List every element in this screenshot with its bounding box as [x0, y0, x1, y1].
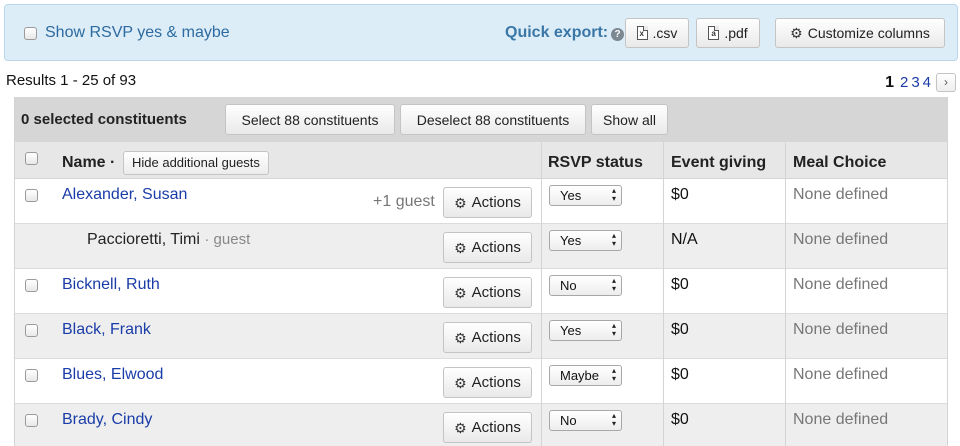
actions-label: Actions [471, 419, 521, 436]
constituent-name-link[interactable]: Brady, Cindy [62, 411, 152, 429]
quick-export-label: Quick export: [505, 24, 609, 41]
table-row: Bicknell, Ruth ⚙ Actions No $0 None defi… [15, 269, 947, 314]
table-row: Brady, Cindy ⚙ Actions No $0 None define… [15, 404, 947, 446]
page-link-2[interactable]: 2 [900, 74, 908, 91]
constituent-name-link[interactable]: Alexander, Susan [62, 186, 187, 204]
column-giving-header[interactable]: Event giving [671, 154, 766, 172]
actions-button[interactable]: ⚙ Actions [443, 412, 532, 443]
constituent-name-link[interactable]: Bicknell, Ruth [62, 276, 160, 294]
guest-tag: · guest [204, 231, 251, 248]
constituent-name-link[interactable]: Black, Frank [62, 321, 151, 339]
guest-count: +1 guest [373, 193, 435, 210]
actions-button[interactable]: ⚙ Actions [443, 187, 532, 218]
event-giving: $0 [671, 366, 689, 383]
table-row: Blues, Elwood ⚙ Actions Maybe $0 None de… [15, 359, 947, 404]
page-link-4[interactable]: 4 [923, 74, 931, 91]
page-current: 1 [885, 73, 894, 91]
row-checkbox[interactable] [25, 189, 38, 202]
meal-choice: None defined [793, 231, 889, 248]
actions-label: Actions [471, 374, 521, 391]
selected-count: 0 selected constituents [21, 111, 187, 128]
actions-label: Actions [471, 239, 521, 256]
export-csv-button[interactable]: x .csv [625, 18, 689, 48]
meal-choice: None defined [793, 366, 889, 383]
row-checkbox[interactable] [25, 414, 38, 427]
actions-label: Actions [471, 194, 521, 211]
column-name-header[interactable]: Name · [62, 154, 115, 172]
meal-choice: None defined [793, 321, 889, 338]
show-rsvp-checkbox[interactable] [24, 27, 37, 40]
rsvp-select[interactable]: Maybe [549, 365, 622, 386]
column-divider [785, 142, 786, 446]
export-pdf-button[interactable]: a .pdf [696, 18, 760, 48]
event-giving: $0 [671, 276, 689, 293]
selection-bar: 0 selected constituents Select 88 consti… [15, 97, 947, 142]
row-checkbox[interactable] [25, 369, 38, 382]
customize-columns-button[interactable]: ⚙ Customize columns [775, 18, 945, 48]
gear-icon: ⚙ [790, 25, 803, 41]
column-rsvp-header[interactable]: RSVP status [548, 154, 643, 172]
event-giving: N/A [671, 231, 698, 248]
select-all-checkbox[interactable] [25, 152, 38, 165]
next-page-button[interactable]: › [936, 73, 956, 92]
column-divider [541, 142, 542, 446]
gear-icon: ⚙ [454, 194, 467, 211]
guest-row: Paccioretti, Timi · guest ⚙ Actions Yes … [15, 224, 947, 269]
results-summary: Results 1 - 25 of 93 [6, 72, 137, 89]
actions-label: Actions [471, 329, 521, 346]
deselect-all-button[interactable]: Deselect 88 constituents [400, 104, 586, 135]
row-checkbox[interactable] [25, 279, 38, 292]
show-rsvp-label[interactable]: Show RSVP yes & maybe [45, 24, 230, 42]
select-all-button[interactable]: Select 88 constituents [225, 104, 395, 135]
page-link-3[interactable]: 3 [911, 74, 919, 91]
gear-icon: ⚙ [454, 419, 467, 436]
export-pdf-label: .pdf [724, 25, 748, 41]
event-giving: $0 [671, 186, 689, 203]
guest-name-text: Paccioretti, Timi [87, 231, 200, 248]
customize-columns-label: Customize columns [807, 25, 930, 41]
actions-button[interactable]: ⚙ Actions [443, 322, 532, 353]
meal-choice: None defined [793, 276, 889, 293]
table-header: Name · Hide additional guests RSVP statu… [15, 142, 947, 179]
gear-icon: ⚙ [454, 329, 467, 346]
export-csv-label: .csv [652, 25, 678, 41]
meal-choice: None defined [793, 186, 889, 203]
actions-label: Actions [471, 284, 521, 301]
pdf-file-icon: a [708, 26, 720, 40]
actions-button[interactable]: ⚙ Actions [443, 232, 532, 263]
rsvp-select[interactable]: Yes [549, 320, 622, 341]
pagination: 1 2 3 4 › [885, 73, 956, 92]
row-checkbox[interactable] [25, 324, 38, 337]
actions-button[interactable]: ⚙ Actions [443, 367, 532, 398]
table-row: Alexander, Susan +1 guest ⚙ Actions Yes … [15, 179, 947, 224]
meal-choice: None defined [793, 411, 889, 428]
rsvp-select[interactable]: Yes [549, 230, 622, 251]
help-icon[interactable]: ? [611, 28, 624, 41]
column-meal-header[interactable]: Meal Choice [793, 154, 886, 172]
actions-button[interactable]: ⚙ Actions [443, 277, 532, 308]
event-giving: $0 [671, 321, 689, 338]
event-giving: $0 [671, 411, 689, 428]
show-all-button[interactable]: Show all [591, 104, 668, 135]
csv-file-icon: x [636, 26, 648, 40]
table-row: Black, Frank ⚙ Actions Yes $0 None defin… [15, 314, 947, 359]
rsvp-select[interactable]: No [549, 275, 622, 296]
column-divider [663, 142, 664, 446]
rsvp-select[interactable]: Yes [549, 185, 622, 206]
gear-icon: ⚙ [454, 284, 467, 301]
filter-export-bar: Show RSVP yes & maybe Quick export: ? x … [4, 4, 958, 61]
hide-guests-button[interactable]: Hide additional guests [123, 151, 269, 175]
rsvp-select[interactable]: No [549, 410, 622, 431]
constituents-table: 0 selected constituents Select 88 consti… [14, 97, 948, 446]
gear-icon: ⚙ [454, 239, 467, 256]
constituent-name-link[interactable]: Blues, Elwood [62, 366, 163, 384]
gear-icon: ⚙ [454, 374, 467, 391]
guest-name: Paccioretti, Timi · guest [87, 231, 250, 249]
